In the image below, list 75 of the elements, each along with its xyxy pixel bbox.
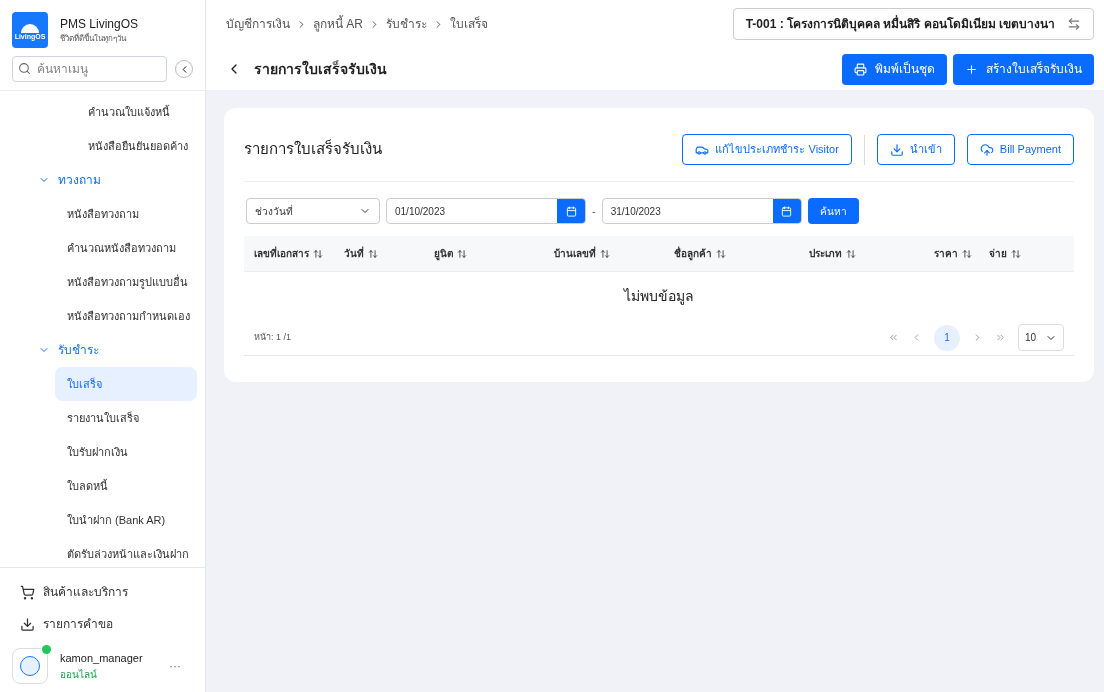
printer-icon: [854, 62, 867, 76]
calendar-icon: [565, 205, 577, 217]
date-field[interactable]: 01/10/2023: [386, 198, 586, 224]
header-button[interactable]: พิมพ์เป็นชุด: [842, 53, 947, 85]
more-button[interactable]: ···: [169, 657, 193, 675]
column-header[interactable]: วันที่: [344, 246, 434, 261]
sidebar-item[interactable]: ใบรับฝากเงิน: [55, 435, 197, 469]
sidebar-item[interactable]: หนังสือทวงถามกำหนดเอง: [55, 299, 197, 333]
calendar-button[interactable]: [772, 199, 801, 223]
header-button[interactable]: สร้างใบเสร็จรับเงิน: [953, 53, 1094, 85]
sidebar-item[interactable]: ตัดรับล่วงหน้าและเงินฝาก: [55, 537, 197, 567]
sidebar-item[interactable]: คำนวณหนังสือทวงถาม: [55, 231, 197, 265]
sort-icon: [1011, 248, 1021, 259]
breadcrumb-link[interactable]: รับชำระ: [386, 15, 427, 33]
column-header[interactable]: ราคา: [934, 246, 989, 261]
column-header[interactable]: จ่าย: [989, 246, 1049, 261]
group-label: รับชำระ: [58, 342, 99, 359]
search-button[interactable]: ค้นหา: [807, 198, 859, 224]
sort-icon: [313, 248, 323, 259]
action-button[interactable]: Bill Payment: [966, 134, 1074, 165]
sidebar-item[interactable]: หนังสือทวงถามรูปแบบอื่น: [55, 265, 197, 299]
sidebar-item[interactable]: รายการคำขอ: [20, 608, 185, 640]
project-selector[interactable]: T-001 : โครงการนิติบุคคล หมื่นสิริ คอนโดมิเนียม เขตบางนา: [732, 8, 1094, 40]
sidebar-item[interactable]: ใบเสร็จ: [55, 367, 197, 401]
column-header[interactable]: บ้านเลขที่: [554, 246, 674, 261]
switch-icon: [1067, 17, 1081, 31]
app-name: PMS LivingOS: [60, 16, 139, 33]
plus-icon: [965, 62, 978, 76]
user-name: kamon_manager: [60, 651, 144, 667]
column-header[interactable]: ชื่อลูกค้า: [674, 246, 809, 261]
empty-message: ไม่พบข้อมูล: [622, 286, 695, 307]
cart-icon: [20, 584, 35, 600]
sidebar-group[interactable]: ทวงถาม: [0, 163, 197, 197]
sort-icon: [600, 248, 610, 259]
sidebar-item[interactable]: คำนวณใบแจ้งหนี้: [0, 95, 197, 129]
sort-icon: [716, 248, 726, 259]
group-label: ทวงถาม: [58, 172, 101, 189]
download-icon: [889, 142, 904, 157]
search-field[interactable]: ค้นหาเมนู: [12, 56, 167, 82]
action-button[interactable]: แก้ไขประเภทชำระ Visitor: [682, 134, 852, 165]
column-header[interactable]: เลขที่เอกสาร: [254, 246, 344, 261]
range-select[interactable]: ช่วงวันที่: [246, 198, 380, 224]
sidebar-item[interactable]: ใบลดหนี้: [55, 469, 197, 503]
first-page-icon: [888, 332, 899, 343]
download-icon: [20, 616, 35, 632]
sort-icon: [962, 248, 972, 259]
range-separator: -: [592, 203, 596, 219]
page-size-select[interactable]: 10: [1018, 324, 1064, 351]
sidebar-item[interactable]: รายงานใบเสร็จ: [55, 401, 197, 435]
breadcrumb-link[interactable]: บัญชีการเงิน: [226, 15, 290, 33]
sort-icon: [846, 248, 856, 259]
search-icon: [18, 62, 31, 75]
sidebar-item[interactable]: หนังสือทวงถาม: [55, 197, 197, 231]
user-status: ออนไลน์: [60, 667, 98, 682]
page-info: หน้า: 1 /1: [254, 330, 291, 344]
last-page-icon: [995, 332, 1006, 343]
page-title: รายการใบเสร็จรับเงิน: [254, 59, 387, 79]
cloud-upload-icon: [979, 142, 994, 157]
sidebar-item[interactable]: ใบนำฝาก (Bank AR): [55, 503, 197, 537]
breadcrumb-link[interactable]: ใบเสร็จ: [450, 15, 488, 33]
column-header[interactable]: ยูนิต: [434, 246, 554, 261]
column-header[interactable]: ประเภท: [809, 246, 934, 261]
card-title: รายการใบเสร็จรับเงิน: [244, 138, 382, 160]
date-field[interactable]: 31/10/2023: [601, 198, 802, 224]
sort-icon: [457, 248, 467, 259]
action-button[interactable]: นำเข้า: [876, 134, 955, 165]
calendar-icon: [781, 205, 793, 217]
sidebar-group[interactable]: รับชำระ: [0, 333, 197, 367]
sidebar-item[interactable]: หนังสือยืนยันยอดค้าง: [0, 129, 197, 163]
breadcrumb-link[interactable]: ลูกหนี้ AR: [313, 15, 363, 33]
page-button[interactable]: 1: [934, 324, 960, 351]
sort-icon: [368, 248, 378, 259]
calendar-button[interactable]: [557, 199, 585, 223]
app-tagline: ชีวิตที่ดีขึ้นในทุกๆวัน: [60, 33, 128, 45]
sidebar-item[interactable]: สินค้าและบริการ: [20, 576, 185, 608]
